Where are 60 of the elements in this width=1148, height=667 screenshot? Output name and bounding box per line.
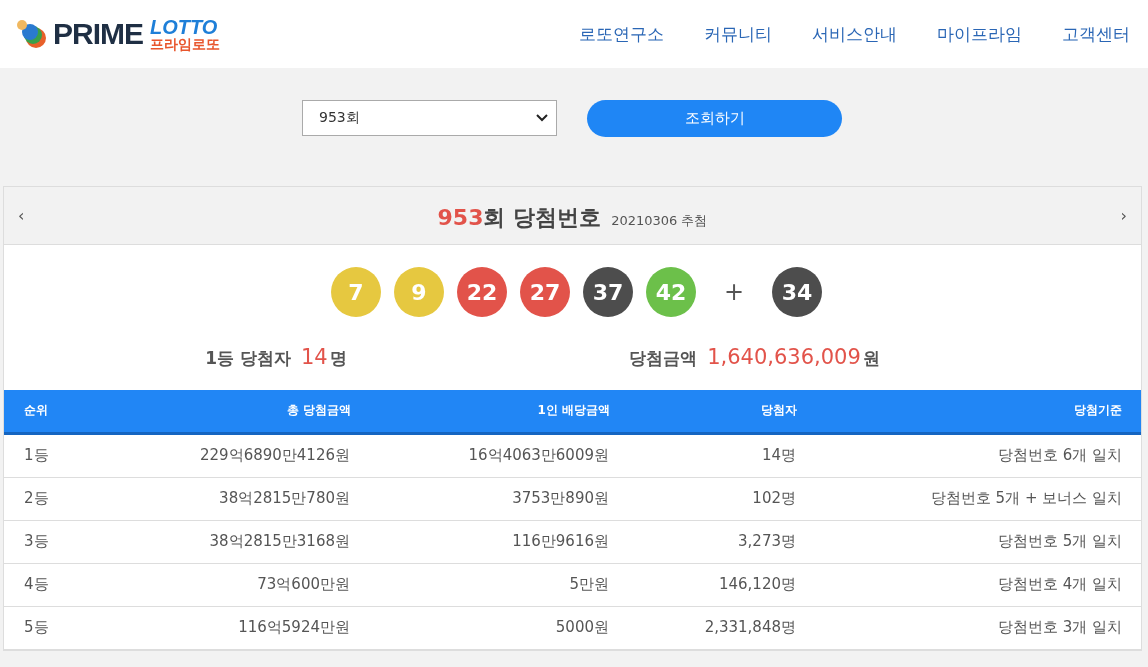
table-cell: 3753만890원 (351, 477, 610, 520)
lotto-ball: 9 (394, 267, 444, 317)
table-cell: 116만9616원 (351, 520, 610, 563)
logo-korean-text: 프라임로또 (150, 37, 220, 51)
lotto-ball: 37 (583, 267, 633, 317)
table-cell: 당첨번호 6개 일치 (797, 433, 1141, 477)
column-header: 당첨자 (610, 390, 797, 433)
prize-amount: 1,640,636,009 (707, 345, 861, 369)
lotto-ball: 27 (520, 267, 570, 317)
winners-count: 14 (300, 345, 328, 369)
search-button[interactable]: 조회하기 (587, 99, 842, 137)
winners-label: 1등 당첨자 (205, 347, 291, 370)
draw-date: 20210306 추첨 (611, 211, 708, 230)
table-cell: 116억5924만원 (65, 606, 351, 649)
amount-unit: 원 (862, 347, 880, 370)
table-cell: 14명 (610, 433, 797, 477)
table-cell: 당첨번호 3개 일치 (797, 606, 1141, 649)
table-cell: 4등 (4, 563, 65, 606)
table-cell: 73억600만원 (65, 563, 351, 606)
round-select[interactable]: 953회 (302, 100, 557, 136)
table-cell: 146,120명 (610, 563, 797, 606)
table-cell: 38억2815만3168원 (65, 520, 351, 563)
lotto-ball: 34 (772, 267, 822, 317)
table-cell: 2등 (4, 477, 65, 520)
table-cell: 3등 (4, 520, 65, 563)
column-header: 총 당첨금액 (65, 390, 351, 433)
previous-arrow[interactable]: ‹ (18, 206, 25, 225)
table-cell: 당첨번호 5개 + 보너스 일치 (797, 477, 1141, 520)
table-cell: 229억6890만4126원 (65, 433, 351, 477)
table-cell: 2,331,848명 (610, 606, 797, 649)
winners-unit: 명 (329, 347, 347, 370)
table-cell: 3,273명 (610, 520, 797, 563)
logo-wordmark: PRIME (53, 17, 143, 51)
lotto-ball: 42 (646, 267, 696, 317)
table-cell: 당첨번호 4개 일치 (797, 563, 1141, 606)
table-cell: 당첨번호 5개 일치 (797, 520, 1141, 563)
lotto-ball: 7 (331, 267, 381, 317)
nav-link[interactable]: 커뮤니티 (704, 22, 772, 46)
nav-link[interactable]: 서비스안내 (812, 22, 897, 46)
round-number: 953 (437, 204, 484, 230)
table-cell: 5만원 (351, 563, 610, 606)
column-header: 당첨기준 (797, 390, 1141, 433)
table-cell: 1등 (4, 433, 65, 477)
logo-lotto-text: LOTTO (150, 17, 219, 37)
nav-link[interactable]: 마이프라임 (937, 22, 1022, 46)
chevron-down-icon (536, 114, 548, 122)
table-cell: 5등 (4, 606, 65, 649)
column-header: 순위 (4, 390, 65, 433)
table-cell: 16억4063만6009원 (351, 433, 610, 477)
table-cell: 38억2815만780원 (65, 477, 351, 520)
column-header: 1인 배당금액 (351, 390, 610, 433)
next-arrow[interactable]: › (1120, 206, 1127, 225)
table-cell: 102명 (610, 477, 797, 520)
nav-link[interactable]: 로또연구소 (579, 22, 664, 46)
table-cell: 5000원 (351, 606, 610, 649)
nav-link[interactable]: 고객센터 (1062, 22, 1130, 46)
amount-label: 당첨금액 (629, 347, 698, 370)
lotto-ball: 22 (457, 267, 507, 317)
plus-sign: + (722, 278, 746, 306)
draw-title: 회 당첨번호 (483, 203, 602, 232)
